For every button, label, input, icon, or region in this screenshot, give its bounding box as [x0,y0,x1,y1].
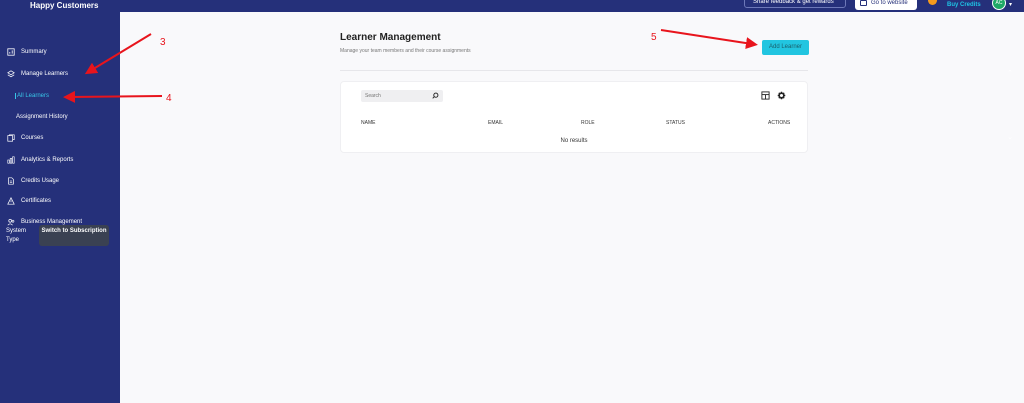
search-box[interactable] [361,90,443,102]
sidebar-item-label: Credits Usage [21,178,60,184]
sidebar-item-label: Certificates [21,198,52,204]
page-subtitle: Manage your team members and their cours… [340,48,471,54]
annotation-arrows [63,29,758,103]
feedback-button[interactable]: Share feedback & get rewards [744,0,846,8]
document-icon [8,177,14,185]
chevron-up-icon[interactable]: ⌃ [1007,69,1013,77]
sidebar-item-label: Summary [21,49,47,55]
switch-to-subscription-button[interactable]: Switch to Subscription [39,225,109,246]
sidebar-item-certificates[interactable]: Certificates [7,194,51,208]
column-header-email[interactable]: EMAIL [488,120,503,126]
annotation-arrow-5 [660,29,758,50]
column-header-name[interactable]: NAME [361,120,375,126]
sidebar-item-credits-usage[interactable]: Credits Usage [7,174,59,188]
learners-table-card: NAME EMAIL ROLE STATUS ACTIONS No result… [340,81,808,153]
column-header-role[interactable]: ROLE [581,120,595,126]
brand-name: Happy Customers [30,1,99,10]
divider [340,70,808,71]
annotation-label-4: 4 [166,93,172,104]
layers-icon [7,70,15,78]
sidebar-item-summary[interactable]: Summary [7,45,47,59]
users-icon [7,219,15,226]
sidebar-item-all-learners[interactable]: All Learners [15,93,49,99]
sidebar-item-label: Analytics & Reports [21,157,74,163]
column-header-actions: ACTIONS [768,120,791,126]
courses-icon [7,134,15,142]
sidebar-item-courses[interactable]: Courses [7,131,43,145]
chevron-down-icon[interactable]: ▾ [1009,1,1012,8]
go-to-website-label: Go to website [871,0,908,6]
sidebar-item-analytics[interactable]: Analytics & Reports [7,153,73,167]
annotation-label-3: 3 [160,37,166,48]
sidebar-item-manage-learners[interactable]: Manage Learners [7,67,68,81]
chart-icon [7,48,15,56]
page-title: Learner Management [340,32,441,43]
chevron-down-icon[interactable]: ⌄ [1007,133,1013,141]
system-type-label: System Type [6,228,27,243]
analytics-icon [7,156,15,164]
empty-state-text: No results [560,138,588,144]
add-learner-button[interactable]: Add Learner [762,40,809,55]
column-header-status[interactable]: STATUS [666,120,685,126]
certificate-icon [7,197,15,205]
buy-credits-link[interactable]: Buy Credits [947,2,981,8]
search-input[interactable] [361,90,427,102]
website-icon [860,0,867,6]
sidebar-item-label: Manage Learners [21,71,69,77]
search-icon [432,92,439,99]
go-to-website-button[interactable]: Go to website [855,0,917,10]
sidebar-item-assignment-history[interactable]: Assignment History [16,114,68,120]
gear-icon[interactable] [777,91,786,100]
annotation-label-5: 5 [651,32,657,43]
columns-icon[interactable] [761,91,770,100]
sidebar-item-label: Courses [21,135,44,141]
